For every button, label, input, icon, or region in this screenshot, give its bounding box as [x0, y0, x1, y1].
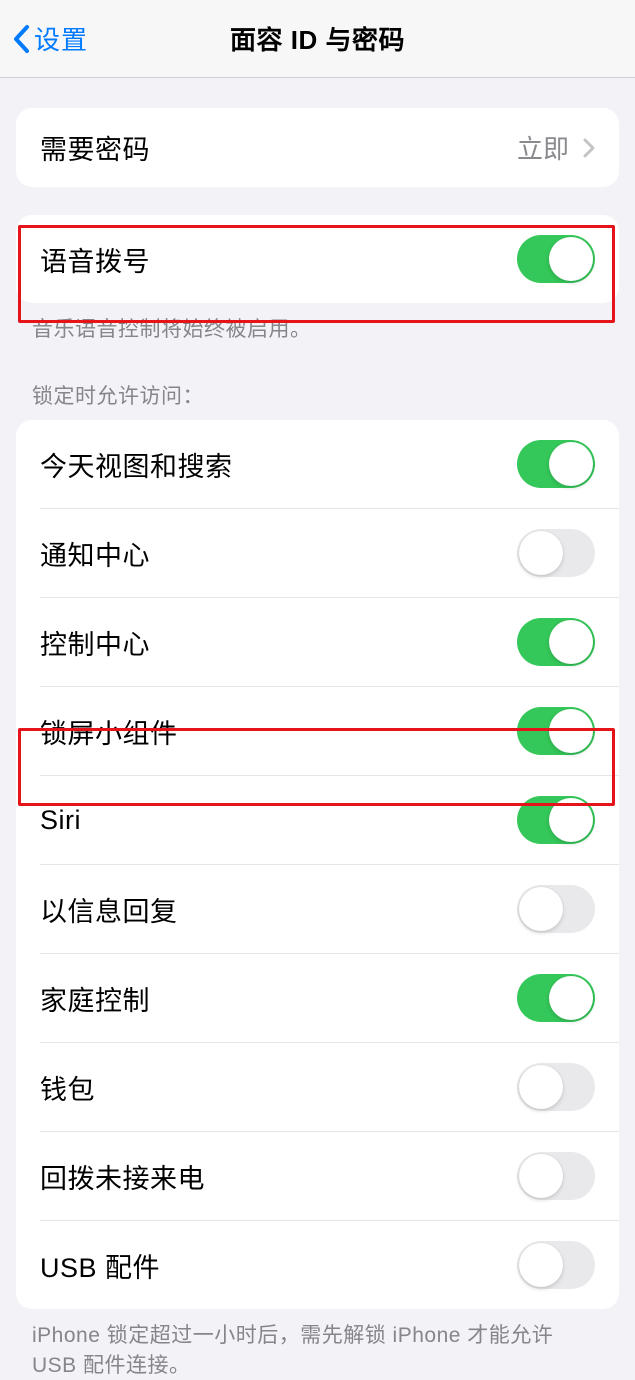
back-button[interactable]: 设置 [0, 20, 88, 57]
toggle-knob [519, 1154, 563, 1198]
locked-access-toggle[interactable] [517, 1241, 595, 1289]
nav-header: 设置 面容 ID 与密码 [0, 0, 635, 78]
locked-access-item-label: 以信息回复 [40, 890, 178, 929]
locked-access-toggle[interactable] [517, 974, 595, 1022]
locked-access-item-label: 钱包 [40, 1068, 95, 1107]
locked-access-row: USB 配件 [40, 1220, 619, 1309]
toggle-knob [519, 531, 563, 575]
voice-dial-label: 语音拨号 [40, 240, 150, 279]
locked-access-row: 今天视图和搜索 [16, 420, 619, 508]
toggle-knob [549, 709, 593, 753]
passcode-group: 需要密码 立即 [16, 108, 619, 187]
locked-access-row: 以信息回复 [40, 864, 619, 953]
chevron-left-icon [12, 24, 30, 54]
locked-access-row: 钱包 [40, 1042, 619, 1131]
locked-access-header: 锁定时允许访问： [0, 344, 635, 420]
locked-access-item-label: Siri [40, 805, 81, 836]
locked-access-toggle[interactable] [517, 529, 595, 577]
locked-access-item-label: 今天视图和搜索 [40, 445, 233, 484]
chevron-right-icon [583, 138, 595, 158]
locked-access-item-label: 通知中心 [40, 534, 150, 573]
toggle-knob [549, 976, 593, 1020]
toggle-knob [549, 620, 593, 664]
require-passcode-value: 立即 [517, 129, 569, 166]
page-title: 面容 ID 与密码 [230, 20, 405, 57]
locked-access-footer: iPhone 锁定超过一小时后，需先解锁 iPhone 才能允许 USB 配件连… [0, 1309, 635, 1380]
voice-dial-row: 语音拨号 [16, 215, 619, 303]
voice-dial-toggle[interactable] [517, 235, 595, 283]
locked-access-row: 通知中心 [40, 508, 619, 597]
toggle-knob [549, 798, 593, 842]
toggle-knob [519, 887, 563, 931]
locked-access-row: 控制中心 [40, 597, 619, 686]
locked-access-toggle[interactable] [517, 440, 595, 488]
toggle-knob [519, 1243, 563, 1287]
locked-access-item-label: 锁屏小组件 [40, 712, 178, 751]
locked-access-row: 锁屏小组件 [40, 686, 619, 775]
locked-access-toggle[interactable] [517, 796, 595, 844]
locked-access-item-label: USB 配件 [40, 1246, 160, 1285]
locked-access-toggle[interactable] [517, 707, 595, 755]
locked-access-toggle[interactable] [517, 885, 595, 933]
require-passcode-row[interactable]: 需要密码 立即 [16, 108, 619, 187]
locked-access-toggle[interactable] [517, 618, 595, 666]
locked-access-row: Siri [40, 775, 619, 864]
locked-access-item-label: 控制中心 [40, 623, 150, 662]
locked-access-item-label: 回拨未接来电 [40, 1157, 205, 1196]
row-value-wrap: 立即 [517, 129, 595, 166]
locked-access-row: 家庭控制 [40, 953, 619, 1042]
locked-access-item-label: 家庭控制 [40, 979, 150, 1018]
toggle-knob [519, 1065, 563, 1109]
back-label: 设置 [34, 20, 88, 57]
voice-dial-group: 语音拨号 [16, 215, 619, 303]
locked-access-group: 今天视图和搜索通知中心控制中心锁屏小组件 Siri 以信息回复家庭控制钱包回拨未接来… [16, 420, 619, 1309]
toggle-knob [549, 442, 593, 486]
locked-access-row: 回拨未接来电 [40, 1131, 619, 1220]
require-passcode-label: 需要密码 [40, 128, 150, 167]
locked-access-toggle[interactable] [517, 1063, 595, 1111]
voice-dial-footer: 音乐语音控制将始终被启用。 [0, 303, 635, 344]
toggle-knob [549, 237, 593, 281]
locked-access-toggle[interactable] [517, 1152, 595, 1200]
